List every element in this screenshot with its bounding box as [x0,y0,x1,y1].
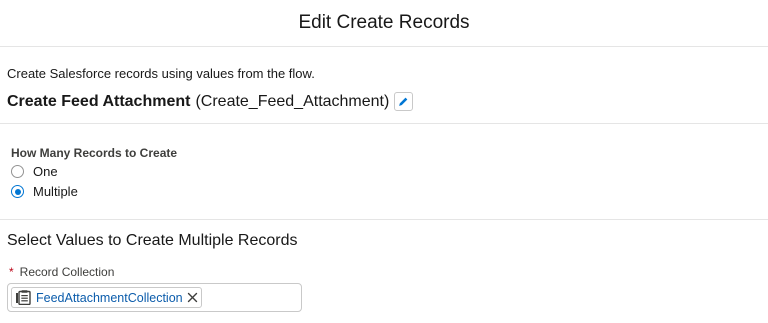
radio-one[interactable] [11,165,24,178]
element-api-name: (Create_Feed_Attachment) [195,92,390,110]
radio-one-label: One [33,164,58,179]
radio-multiple[interactable] [11,185,24,198]
how-many-section: How Many Records to Create One Multiple [0,124,768,220]
pencil-icon [399,97,408,106]
radio-multiple-label: Multiple [33,184,78,199]
required-marker: * [9,265,14,279]
radio-option-multiple[interactable]: Multiple [11,184,78,199]
close-icon[interactable] [187,292,198,303]
record-collection-input[interactable]: FeedAttachmentCollection [7,283,302,312]
element-label: Create Feed Attachment [7,92,191,110]
values-section-title: Select Values to Create Multiple Records [7,232,298,249]
element-description: Create Salesforce records using values f… [7,66,315,81]
values-section: Select Values to Create Multiple Records… [0,220,768,323]
record-collection-pill[interactable]: FeedAttachmentCollection [11,287,202,308]
how-many-label: How Many Records to Create [11,146,178,160]
modal-header: Edit Create Records [0,0,768,47]
record-collection-label: * Record Collection [9,265,114,279]
radio-option-one[interactable]: One [11,164,58,179]
element-info-section: Create Salesforce records using values f… [0,47,768,124]
record-collection-pill-label: FeedAttachmentCollection [36,290,183,305]
element-title-row: Create Feed Attachment (Create_Feed_Atta… [7,92,414,111]
record-collection-label-text: Record Collection [19,265,115,279]
edit-element-button[interactable] [394,92,414,111]
modal-title: Edit Create Records [298,12,470,33]
collection-icon [15,290,31,305]
